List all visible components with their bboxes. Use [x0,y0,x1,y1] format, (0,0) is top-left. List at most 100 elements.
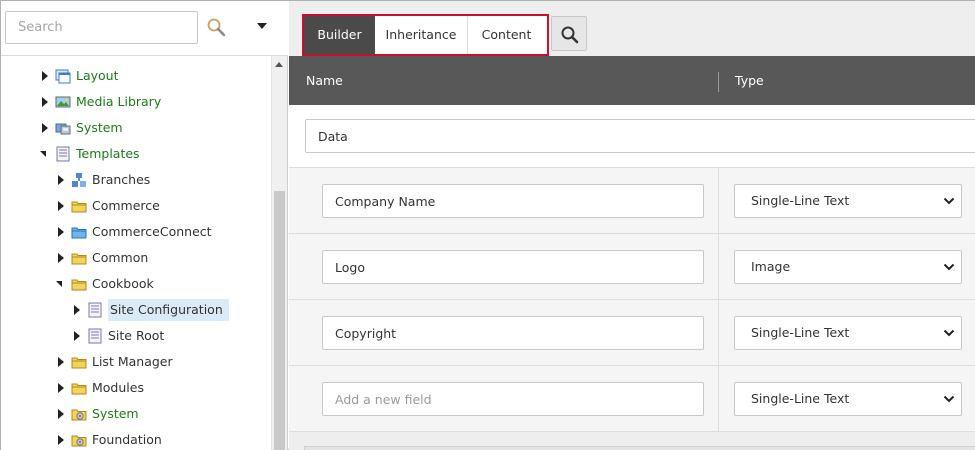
template-icon [87,302,103,318]
folder-icon [71,198,87,214]
chevron-down-icon [943,197,955,205]
tree-item-layout[interactable]: Layout [39,65,123,87]
field-name-input[interactable] [322,184,704,218]
tree-item-system-templates[interactable]: System [55,403,143,425]
field-row: Single-Line Text [289,168,975,234]
builder-toolbar: Builder Inheritance Content [289,1,975,56]
system-folder-icon [71,406,87,422]
system-icon [55,120,71,136]
content-tree-panel: Layout Media Library System Templates [1,1,288,450]
tree-item-media-library[interactable]: Media Library [39,91,165,113]
new-field-input[interactable] [322,382,704,416]
field-name-input[interactable] [322,250,704,284]
new-field-row: Single-Line Text [289,366,975,432]
column-header-name[interactable]: Name [306,56,343,105]
tree-item-site-root[interactable]: Site Root [71,325,168,347]
collapse-arrow-icon[interactable] [39,143,51,165]
expand-arrow-icon[interactable] [55,221,67,243]
tree-item-label: Media Library [76,94,162,109]
field-type-select[interactable]: Single-Line Text [734,316,962,350]
tree-item-common[interactable]: Common [55,247,152,269]
content-tree: Layout Media Library System Templates Br… [1,56,271,450]
tree-item-modules[interactable]: Modules [55,377,148,399]
scroll-up-icon[interactable] [275,62,283,67]
chevron-down-icon [943,263,955,271]
tree-item-label: Cookbook [92,276,154,291]
expand-arrow-icon[interactable] [55,247,67,269]
expand-arrow-icon[interactable] [39,65,51,87]
tree-item-label: Common [92,250,149,265]
tree-item-label: Templates [76,146,140,161]
expand-arrow-icon[interactable] [55,403,67,425]
expand-arrow-icon[interactable] [55,351,67,373]
search-icon[interactable] [206,17,230,39]
tree-item-label: Branches [92,172,151,187]
tab-inheritance[interactable]: Inheritance [375,16,468,54]
folder-icon [71,250,87,266]
branches-icon [71,172,87,188]
expand-arrow-icon[interactable] [39,91,51,113]
tab-content[interactable]: Content [468,16,545,54]
tree-item-label: CommerceConnect [92,224,212,239]
next-section-edge [304,446,975,450]
field-type-value: Image [751,259,791,274]
expand-arrow-icon[interactable] [55,195,67,217]
expand-arrow-icon[interactable] [71,325,83,347]
folder-blue-icon [71,224,87,240]
tree-item-commerceconnect[interactable]: CommerceConnect [55,221,216,243]
tree-item-cookbook[interactable]: Cookbook [55,273,158,295]
expand-arrow-icon[interactable] [39,117,51,139]
media-library-icon [55,94,71,110]
expand-arrow-icon[interactable] [55,169,67,191]
chevron-down-icon [943,395,955,403]
expand-arrow-icon[interactable] [55,429,67,450]
folder-icon [71,380,87,396]
field-name-input[interactable] [322,316,704,350]
tree-item-label: Foundation [92,432,162,447]
column-header-type[interactable]: Type [735,56,764,105]
search-icon [561,26,579,44]
tree-item-commerce[interactable]: Commerce [55,195,164,217]
layout-icon [55,68,71,84]
tree-item-site-configuration[interactable]: Site Configuration [71,299,229,321]
field-type-select[interactable]: Image [734,250,962,284]
fields-table-header: Name Type [289,56,975,105]
search-button[interactable] [551,16,587,51]
section-name-input[interactable] [305,119,975,153]
column-divider [718,234,719,300]
tree-scrollbar[interactable] [271,56,287,450]
tree-search-bar [1,1,288,56]
column-divider [718,300,719,366]
new-field-type-select[interactable]: Single-Line Text [734,382,962,416]
template-icon [87,328,103,344]
tab-group: Builder Inheritance Content [302,14,549,56]
section-row [289,105,975,168]
tree-item-system[interactable]: System [39,117,127,139]
collapse-arrow-icon[interactable] [55,273,67,295]
column-divider[interactable] [718,72,719,92]
tree-item-list-manager[interactable]: List Manager [55,351,177,373]
tree-item-templates[interactable]: Templates [39,143,144,165]
tree-item-label: Site Root [108,328,165,343]
tree-item-label: Layout [76,68,119,83]
field-type-select[interactable]: Single-Line Text [734,184,962,218]
field-type-value: Single-Line Text [751,391,850,406]
tree-item-foundation[interactable]: Foundation [55,429,166,450]
scrollbar-thumb[interactable] [274,191,285,450]
search-input[interactable] [5,11,198,44]
expand-arrow-icon[interactable] [55,377,67,399]
tree-item-label: Commerce [92,198,160,213]
folder-icon [71,354,87,370]
tree-item-branches[interactable]: Branches [55,169,154,191]
chevron-down-icon[interactable] [256,22,268,32]
tree-item-label: System [92,406,139,421]
tree-item-label: System [76,120,123,135]
field-type-value: Single-Line Text [751,193,850,208]
expand-arrow-icon[interactable] [71,299,83,321]
column-divider [718,168,719,234]
tab-builder[interactable]: Builder [304,16,375,54]
field-row: Single-Line Text [289,300,975,366]
field-row: Image [289,234,975,300]
chevron-down-icon [943,329,955,337]
tree-item-label: Modules [92,380,144,395]
